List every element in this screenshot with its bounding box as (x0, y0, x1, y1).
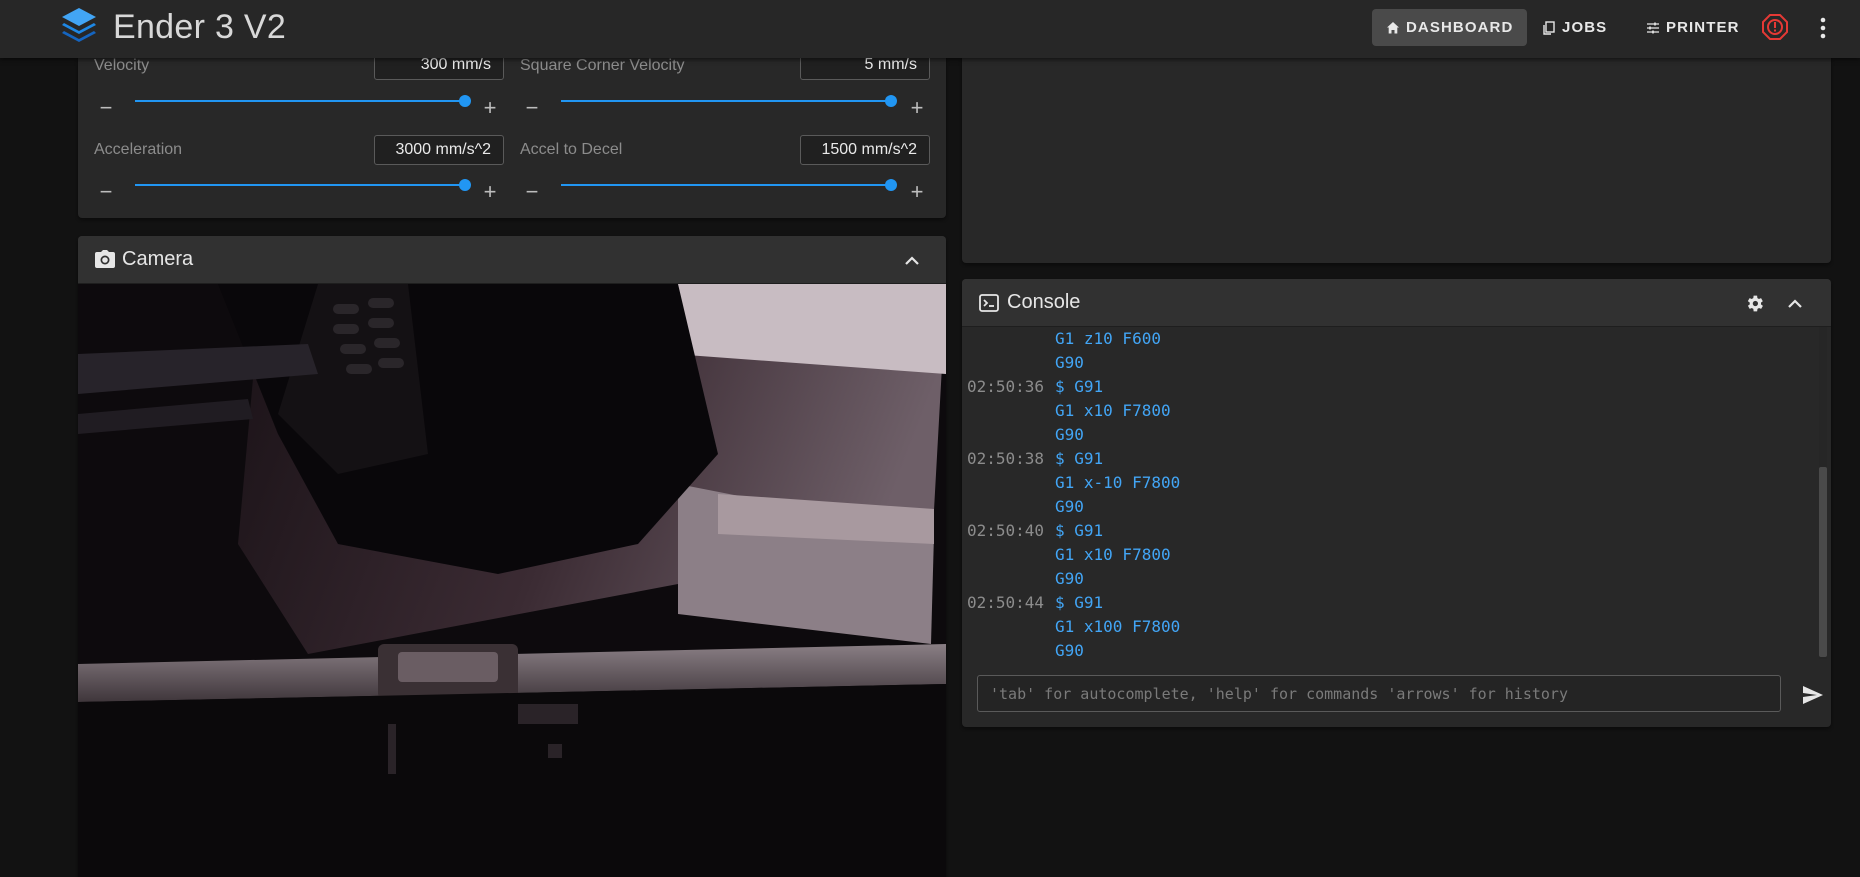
accel-to-decel-slider-track[interactable] (561, 184, 891, 186)
send-icon[interactable] (1802, 685, 1824, 705)
console-log-command: $ G91 (1055, 449, 1104, 468)
velocity-increase-button[interactable]: + (480, 97, 500, 119)
chevron-up-icon[interactable] (905, 256, 919, 265)
console-scrollbar-thumb[interactable] (1819, 467, 1827, 657)
console-title: Console (1007, 291, 1081, 313)
console-log-command: G1 x100 F7800 (1055, 617, 1181, 636)
gear-icon[interactable] (1744, 293, 1765, 314)
console-log-command: G90 (1055, 569, 1084, 588)
tune-icon (1647, 22, 1659, 33)
square-corner-velocity-slider-thumb[interactable] (885, 95, 897, 107)
acceleration-slider-track[interactable] (135, 184, 465, 186)
console-log-command: G1 x-10 F7800 (1055, 473, 1181, 492)
camera-card-header[interactable]: Camera (78, 236, 946, 284)
file-copy-icon (1543, 20, 1555, 35)
acceleration-input[interactable]: 3000 mm/s^2 (374, 135, 504, 165)
app-bar: Ender 3 V2 DASHBOARD JOBS PRINTER (0, 0, 1860, 58)
console-log-command: $ G91 (1055, 593, 1104, 612)
camera-title: Camera (122, 248, 194, 270)
nav-dashboard-label: DASHBOARD (1406, 19, 1514, 36)
console-log-command: G1 z10 F600 (1055, 329, 1161, 348)
nav-dashboard-button[interactable]: DASHBOARD (1372, 9, 1528, 46)
console-card-header[interactable]: Console (962, 279, 1831, 327)
camera-stream (78, 284, 946, 877)
console-log-time: 02:50:36 (967, 377, 1045, 396)
nav-jobs-button[interactable]: JOBS (1528, 9, 1621, 46)
camera-icon (95, 250, 115, 268)
console-log[interactable]: G1 z10 F600 G90 02:50:36 $ G91 G1 x10 F7800 G… (962, 327, 1830, 659)
camera-card: Camera (78, 236, 946, 877)
accel-to-decel-increase-button[interactable]: + (907, 181, 927, 203)
console-log-command: $ G91 (1055, 377, 1104, 396)
console-log-command: G90 (1055, 497, 1084, 516)
console-log-command: G90 (1055, 425, 1084, 444)
console-log-time: 02:50:44 (967, 593, 1045, 612)
app-title[interactable]: Ender 3 V2 (113, 8, 286, 47)
camera-frame-image (78, 284, 946, 877)
console-log-command: G1 x10 F7800 (1055, 401, 1171, 420)
chevron-up-icon[interactable] (1788, 299, 1802, 308)
console-log-command: $ G91 (1055, 521, 1104, 540)
emergency-stop-icon[interactable] (1762, 14, 1788, 40)
console-log-time: 02:50:40 (967, 521, 1045, 540)
square-corner-velocity-decrease-button[interactable]: − (522, 97, 542, 119)
console-card: Console G1 z10 F600 G90 02:50:36 $ G91 G1 x1… (962, 279, 1831, 727)
console-log-command: G1 x10 F7800 (1055, 545, 1171, 564)
console-scrollbar[interactable] (1819, 327, 1827, 659)
square-corner-velocity-slider-track[interactable] (561, 100, 891, 102)
layers-logo-icon[interactable] (60, 6, 98, 50)
acceleration-increase-button[interactable]: + (480, 181, 500, 203)
nav-printer-label: PRINTER (1666, 19, 1740, 36)
console-log-time: 02:50:38 (967, 449, 1045, 468)
more-vert-icon[interactable] (1812, 14, 1834, 42)
accel-to-decel-slider-thumb[interactable] (885, 179, 897, 191)
acceleration-label: Acceleration (94, 141, 183, 158)
nav-jobs-label: JOBS (1562, 19, 1608, 36)
velocity-slider-thumb[interactable] (459, 95, 471, 107)
home-icon (1387, 21, 1399, 33)
square-corner-velocity-increase-button[interactable]: + (907, 97, 927, 119)
console-command-input[interactable] (977, 675, 1781, 712)
nav-printer-button[interactable]: PRINTER (1632, 9, 1754, 46)
accel-to-decel-label: Accel to Decel (520, 141, 623, 158)
square-corner-velocity-label: Square Corner Velocity (520, 57, 685, 74)
velocity-slider-track[interactable] (135, 100, 465, 102)
accel-to-decel-input[interactable]: 1500 mm/s^2 (800, 135, 930, 165)
console-icon (979, 294, 999, 312)
acceleration-decrease-button[interactable]: − (96, 181, 116, 203)
accel-to-decel-decrease-button[interactable]: − (522, 181, 542, 203)
acceleration-slider-thumb[interactable] (459, 179, 471, 191)
console-log-command: G90 (1055, 353, 1084, 372)
console-log-command: G90 (1055, 641, 1084, 659)
velocity-label: Velocity (94, 57, 150, 74)
velocity-decrease-button[interactable]: − (96, 97, 116, 119)
